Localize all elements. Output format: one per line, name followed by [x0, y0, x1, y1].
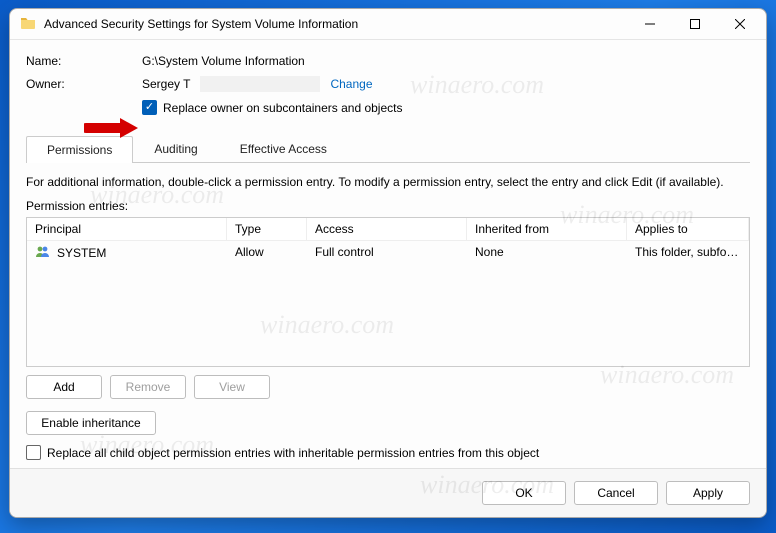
- cell-type: Allow: [227, 241, 307, 264]
- group-icon: [35, 245, 51, 260]
- permission-entries-table[interactable]: Principal Type Access Inherited from App…: [26, 217, 750, 367]
- permission-entries-caption: Permission entries:: [26, 199, 750, 213]
- titlebar: Advanced Security Settings for System Vo…: [10, 9, 766, 40]
- tab-permissions[interactable]: Permissions: [26, 136, 133, 163]
- dialog-body: Name: G:\System Volume Information Owner…: [10, 40, 766, 468]
- dialog-footer: OK Cancel Apply: [10, 468, 766, 517]
- change-owner-link[interactable]: Change: [330, 77, 372, 91]
- remove-button[interactable]: Remove: [110, 375, 186, 399]
- col-type[interactable]: Type: [227, 218, 307, 240]
- cell-inherited: None: [467, 241, 627, 264]
- replace-child-label: Replace all child object permission entr…: [47, 446, 539, 460]
- checkbox-checked-icon: ✓: [142, 100, 157, 115]
- col-access[interactable]: Access: [307, 218, 467, 240]
- dialog-window: Advanced Security Settings for System Vo…: [9, 8, 767, 518]
- col-principal[interactable]: Principal: [27, 218, 227, 240]
- checkbox-unchecked-icon: [26, 445, 41, 460]
- enable-inheritance-button[interactable]: Enable inheritance: [26, 411, 156, 435]
- minimize-icon: [645, 19, 655, 29]
- tab-effective-access[interactable]: Effective Access: [219, 135, 348, 162]
- col-inherited[interactable]: Inherited from: [467, 218, 627, 240]
- owner-value: Sergey T: [142, 77, 190, 91]
- col-applies[interactable]: Applies to: [627, 218, 749, 240]
- view-button[interactable]: View: [194, 375, 270, 399]
- name-label: Name:: [26, 54, 142, 68]
- replace-child-row: Replace all child object permission entr…: [26, 445, 750, 460]
- close-icon: [735, 19, 745, 29]
- cell-access: Full control: [307, 241, 467, 264]
- tab-strip: Permissions Auditing Effective Access: [26, 135, 750, 163]
- maximize-button[interactable]: [672, 9, 717, 39]
- owner-label: Owner:: [26, 77, 142, 91]
- folder-icon: [20, 15, 36, 34]
- replace-child-checkbox[interactable]: Replace all child object permission entr…: [26, 445, 539, 460]
- window-title: Advanced Security Settings for System Vo…: [44, 17, 627, 31]
- maximize-icon: [690, 19, 700, 29]
- replace-owner-checkbox[interactable]: ✓ Replace owner on subcontainers and obj…: [142, 100, 402, 115]
- tab-auditing[interactable]: Auditing: [133, 135, 218, 162]
- table-row[interactable]: SYSTEM Allow Full control None This fold…: [27, 241, 749, 264]
- name-value: G:\System Volume Information: [142, 54, 750, 68]
- ok-button[interactable]: OK: [482, 481, 566, 505]
- replace-owner-row: ✓ Replace owner on subcontainers and obj…: [142, 100, 750, 115]
- add-button[interactable]: Add: [26, 375, 102, 399]
- replace-owner-label: Replace owner on subcontainers and objec…: [163, 101, 402, 115]
- cell-applies: This folder, subfolders and files: [627, 241, 749, 264]
- minimize-button[interactable]: [627, 9, 672, 39]
- close-button[interactable]: [717, 9, 762, 39]
- cancel-button[interactable]: Cancel: [574, 481, 658, 505]
- apply-button[interactable]: Apply: [666, 481, 750, 505]
- entry-button-row: Add Remove View: [26, 375, 750, 399]
- info-text: For additional information, double-click…: [26, 175, 750, 189]
- owner-redacted: [200, 76, 320, 92]
- owner-row: Owner: Sergey T Change: [26, 76, 750, 92]
- cell-principal: SYSTEM: [57, 246, 106, 260]
- name-row: Name: G:\System Volume Information: [26, 54, 750, 68]
- table-header: Principal Type Access Inherited from App…: [27, 218, 749, 241]
